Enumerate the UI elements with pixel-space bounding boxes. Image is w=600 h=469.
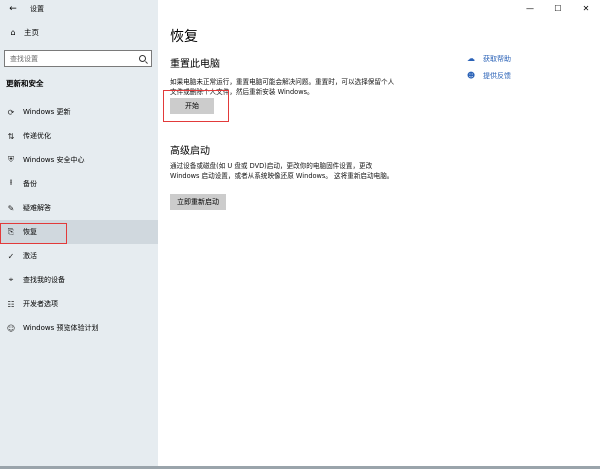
advanced-startup-heading: 高级启动 [170, 146, 210, 157]
back-arrow-icon[interactable]: ← [6, 2, 20, 16]
wrench-icon: ✎ [7, 203, 15, 213]
search-placeholder: 查找设置 [10, 54, 38, 63]
developer-icon: ☷ [7, 299, 15, 309]
page-title: 恢复 [170, 29, 198, 45]
sidebar-item-troubleshoot[interactable]: ✎ 疑难解答 [0, 196, 158, 220]
feedback-icon: ☻ [466, 71, 476, 80]
sidebar-item-developer-options[interactable]: ☷ 开发者选项 [0, 292, 158, 316]
get-help-link[interactable]: ☁ 获取帮助 [466, 50, 511, 67]
sidebar-item-label: 开发者选项 [23, 300, 58, 308]
restart-now-button[interactable]: 立即重新启动 [170, 194, 226, 210]
sidebar-item-activation[interactable]: ✓ 激活 [0, 244, 158, 268]
help-links: ☁ 获取帮助 ☻ 提供反馈 [466, 50, 511, 84]
sidebar-item-windows-update[interactable]: ⟳ Windows 更新 [0, 100, 158, 124]
backup-icon: ⭱ [9, 178, 13, 187]
window-title: 设置 [30, 4, 44, 13]
search-icon[interactable] [139, 55, 146, 62]
close-icon[interactable]: ✕ [572, 0, 600, 17]
sidebar-item-label: Windows 安全中心 [23, 156, 85, 164]
sidebar-item-label: 备份 [23, 180, 37, 188]
sidebar-item-backup[interactable]: ⭱ 备份 [0, 172, 158, 196]
minimize-icon[interactable]: — [516, 0, 544, 17]
get-help-label: 获取帮助 [483, 54, 511, 63]
sidebar-item-label: Windows 更新 [23, 108, 71, 116]
advanced-startup-description: 通过设备或磁盘(如 U 盘或 DVD)启动，更改你的电脑固件设置，更改 Wind… [170, 162, 394, 180]
delivery-icon: ⇅ [7, 131, 15, 141]
check-circle-icon: ✓ [7, 251, 15, 261]
start-button[interactable]: 开始 [170, 98, 214, 114]
main-content: — ☐ ✕ 恢复 重置此电脑 如果电脑未正常运行，重置电脑可能会解决问题。重置时… [158, 0, 600, 469]
sync-icon: ⟳ [7, 107, 15, 117]
give-feedback-link[interactable]: ☻ 提供反馈 [466, 67, 511, 84]
section-title: 更新和安全 [6, 79, 44, 88]
sidebar-item-home[interactable]: ⌂ 主页 [8, 27, 39, 38]
sidebar-item-label: 激活 [23, 252, 37, 260]
shield-icon: ⛨ [8, 155, 14, 164]
sidebar-item-insider-program[interactable]: ☺ Windows 预览体验计划 [0, 316, 158, 340]
insider-icon: ☺ [6, 323, 16, 333]
sidebar-item-delivery-optimization[interactable]: ⇅ 传递优化 [0, 124, 158, 148]
give-feedback-label: 提供反馈 [483, 71, 511, 80]
window-controls: — ☐ ✕ [516, 0, 600, 17]
sidebar-item-label: 疑难解答 [23, 204, 51, 212]
person-location-icon: ⌖ [8, 275, 14, 284]
sidebar-item-label: 查找我的设备 [23, 276, 65, 284]
home-icon: ⌂ [10, 28, 16, 37]
sidebar-nav: ⟳ Windows 更新 ⇅ 传递优化 ⛨ Windows 安全中心 ⭱ 备份 … [0, 100, 158, 340]
reset-pc-heading: 重置此电脑 [170, 59, 220, 70]
title-bar: ← 设置 [0, 0, 158, 17]
recovery-highlight-outline [0, 223, 67, 244]
sidebar-item-windows-security[interactable]: ⛨ Windows 安全中心 [0, 148, 158, 172]
sidebar-item-label: 传递优化 [23, 132, 51, 140]
sidebar-item-find-my-device[interactable]: ⌖ 查找我的设备 [0, 268, 158, 292]
maximize-icon[interactable]: ☐ [544, 0, 572, 17]
search-input[interactable]: 查找设置 [4, 50, 152, 67]
help-chat-icon: ☁ [467, 54, 475, 63]
sidebar: ← 设置 ⌂ 主页 查找设置 更新和安全 ⟳ Windows 更新 ⇅ 传递优化… [0, 0, 158, 469]
sidebar-item-label: Windows 预览体验计划 [23, 324, 99, 332]
home-label: 主页 [24, 28, 39, 37]
